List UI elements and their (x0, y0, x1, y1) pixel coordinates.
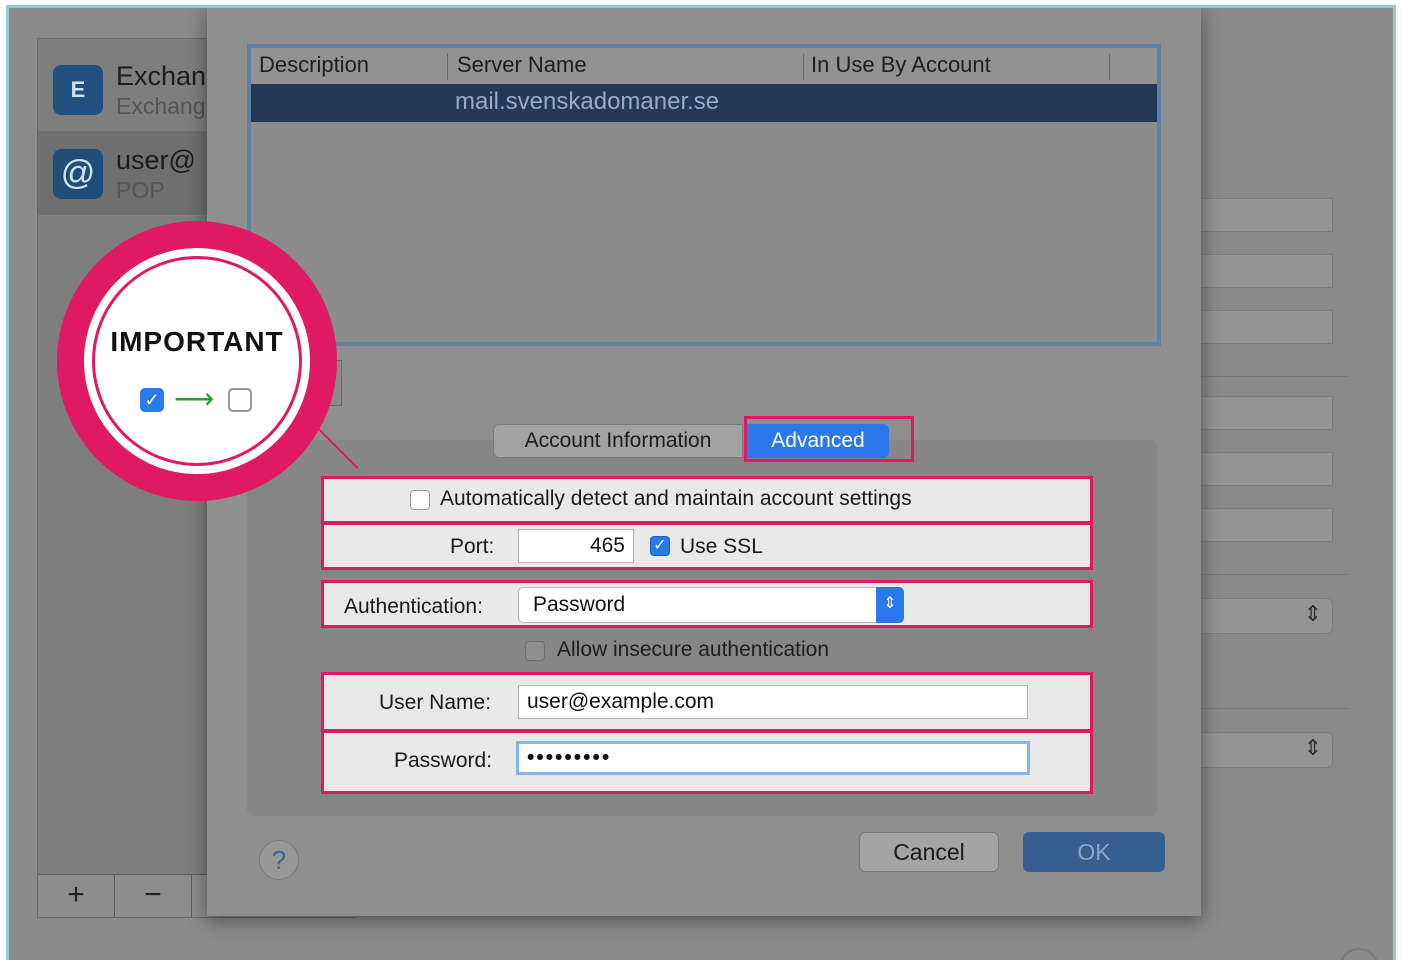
table-row[interactable]: mail.svenskadomaner.se (251, 84, 1157, 122)
important-callout: IMPORTANT ✓ ⟶ (57, 221, 337, 501)
port-field[interactable]: 465 (518, 529, 634, 563)
port-label: Port: (450, 535, 495, 558)
column-header-server-name[interactable]: Server Name (457, 52, 587, 78)
server-name-cell: mail.svenskadomaner.se (455, 88, 720, 115)
unchecked-checkbox-icon (228, 388, 252, 412)
checked-checkbox-icon: ✓ (140, 388, 164, 412)
table-header: Description Server Name In Use By Accoun… (251, 48, 1157, 85)
password-label: Password: (394, 749, 493, 772)
chevron-updown-icon: ⇕ (1303, 601, 1322, 626)
column-header-description[interactable]: Description (259, 52, 369, 78)
highlight-box: Port: 465 ✓ Use SSL (321, 522, 1093, 570)
tab-account-information[interactable]: Account Information (493, 424, 743, 458)
auto-detect-label: Automatically detect and maintain accoun… (440, 487, 912, 510)
use-ssl-checkbox[interactable]: ✓ (650, 536, 670, 556)
authentication-label: Authentication: (344, 595, 483, 618)
allow-insecure-label: Allow insecure authentication (557, 638, 829, 661)
callout-ring (92, 256, 302, 466)
background-divider (1199, 376, 1349, 377)
mail-preferences-window: E Exchan Exchang @ user@ POP + − ⇕ ⇕ Des… (9, 8, 1393, 960)
arrow-right-icon: ⟶ (174, 383, 215, 414)
remove-account-button[interactable]: − (115, 875, 192, 917)
callout-face: IMPORTANT ✓ ⟶ (81, 245, 313, 477)
authentication-value: Password (533, 593, 626, 616)
highlight-box: Password: ••••••••• (321, 730, 1093, 794)
smtp-server-dialog: Description Server Name In Use By Accoun… (207, 8, 1201, 916)
highlight-box: Automatically detect and maintain accoun… (321, 476, 1093, 524)
account-title: Exchan (116, 61, 207, 91)
background-divider (1199, 574, 1349, 575)
column-header-in-use[interactable]: In Use By Account (811, 52, 991, 78)
help-button[interactable]: ? (259, 840, 299, 880)
server-list-table: Description Server Name In Use By Accoun… (247, 44, 1161, 346)
background-divider (1199, 708, 1349, 709)
highlight-box: Authentication: Password ⇕ (321, 580, 1093, 628)
callout-title: IMPORTANT (110, 326, 284, 357)
use-ssl-label: Use SSL (680, 535, 763, 558)
ok-button[interactable]: OK (1023, 832, 1165, 872)
account-type: Exchang (116, 93, 206, 119)
at-icon: @ (53, 149, 103, 199)
user-name-label: User Name: (379, 691, 492, 714)
column-divider (447, 54, 448, 80)
account-type: POP (116, 177, 165, 203)
authentication-select[interactable]: Password ⇕ (518, 587, 904, 623)
highlight-box: User Name: user@example.com (321, 672, 1093, 732)
screenshot-frame: E Exchan Exchang @ user@ POP + − ⇕ ⇕ Des… (6, 5, 1396, 960)
cancel-button[interactable]: Cancel (859, 832, 999, 872)
account-title: user@ (116, 145, 196, 175)
password-field[interactable]: ••••••••• (516, 741, 1030, 775)
user-name-field[interactable]: user@example.com (518, 685, 1028, 719)
exchange-icon: E (53, 65, 103, 115)
chevron-updown-icon: ⇕ (1303, 735, 1322, 760)
column-divider (803, 54, 804, 80)
highlight-box (744, 416, 914, 462)
auto-detect-checkbox[interactable] (410, 490, 430, 510)
chevron-updown-icon: ⇕ (876, 587, 904, 623)
column-divider (1109, 54, 1110, 80)
add-account-button[interactable]: + (38, 875, 115, 917)
help-icon (1339, 948, 1379, 960)
allow-insecure-checkbox[interactable] (525, 641, 545, 661)
